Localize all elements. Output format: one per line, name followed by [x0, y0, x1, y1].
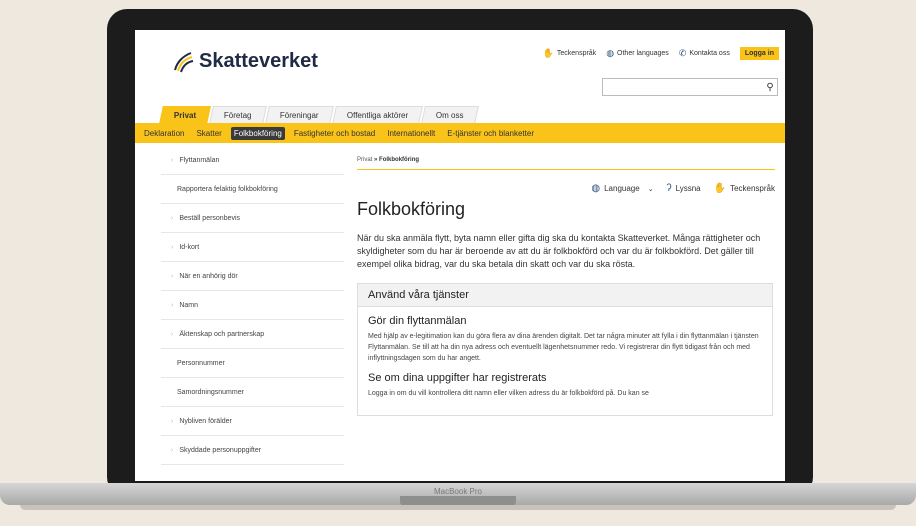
sidebar-item[interactable]: › Beställ personbevis: [161, 204, 344, 233]
service-heading-flyttanmalan[interactable]: Gör din flyttanmälan: [368, 315, 762, 327]
main-tabs: Privat Företag Föreningar Offentliga akt…: [159, 106, 479, 124]
tab-foreningar[interactable]: Föreningar: [264, 106, 334, 124]
sidebar-item[interactable]: › Äktenskap och partnerskap: [161, 320, 344, 349]
browser-screen: Skatteverket ✋ Teckenspråk ◍ Other languag…: [135, 30, 785, 481]
subnav-fastigheter[interactable]: Fastigheter och bostad: [291, 127, 378, 140]
other-languages-link[interactable]: ◍ Other languages: [606, 48, 669, 59]
laptop-shadow: [20, 505, 896, 510]
subnav-internationellt[interactable]: Internationellt: [384, 127, 438, 140]
chevron-right-icon: ›: [171, 156, 174, 164]
breadcrumb-current: Folkbokföring: [379, 157, 420, 163]
sign-language-button[interactable]: ✋ Teckenspråk: [714, 183, 775, 194]
sidebar-item[interactable]: Personnummer: [161, 349, 344, 378]
chevron-right-icon: ›: [171, 272, 174, 280]
page-tools: ◍ Language ⌄ ʔ Lyssna ✋ Teckenspråk: [357, 183, 775, 194]
tab-offentliga-aktorer[interactable]: Offentliga aktörer: [331, 106, 423, 124]
sidebar-item[interactable]: Rapportera felaktig folkbokföring: [161, 175, 344, 204]
utility-links: ✋ Teckenspråk ◍ Other languages ✆ Kontakta …: [533, 47, 779, 60]
breadcrumb-root[interactable]: Privat: [357, 157, 372, 163]
chevron-down-icon: ⌄: [647, 185, 654, 193]
main-content: Privat » Folkbokföring ◍ Language ⌄ ʔ Lyssn…: [357, 146, 775, 416]
search-icon[interactable]: ⚲: [763, 80, 777, 94]
sidebar-item[interactable]: › Flyttanmälan: [161, 146, 344, 175]
chevron-right-icon: ›: [171, 243, 174, 251]
chevron-right-icon: ›: [171, 214, 174, 222]
tab-privat[interactable]: Privat: [159, 106, 212, 124]
language-dropdown[interactable]: ◍ Language ⌄: [591, 183, 653, 194]
subnav-deklaration[interactable]: Deklaration: [141, 127, 187, 140]
subnav-folkbokforing[interactable]: Folkbokföring: [230, 126, 285, 140]
service-heading-registrerats[interactable]: Se om dina uppgifter har registrerats: [368, 372, 762, 384]
sidebar-item[interactable]: › Id-kort: [161, 233, 344, 262]
sign-language-icon: ✋: [542, 48, 554, 58]
service-text-flyttanmalan: Med hjälp av e-legitimation kan du göra …: [368, 333, 759, 362]
breadcrumb-separator: »: [374, 157, 378, 163]
sidebar-item[interactable]: › Namn: [161, 291, 344, 320]
phone-icon: ✆: [678, 48, 687, 58]
chevron-right-icon: ›: [171, 301, 174, 309]
search-input[interactable]: ⚲: [602, 78, 778, 96]
sign-language-link[interactable]: ✋ Teckenspråk: [543, 48, 597, 59]
intro-text: När du ska anmäla flytt, byta namn eller…: [357, 233, 761, 269]
crown-logo-icon: [174, 52, 194, 73]
chevron-right-icon: ›: [171, 330, 174, 338]
subnav-e-tjanster[interactable]: E-tjänster och blanketter: [444, 127, 537, 140]
tab-om-oss[interactable]: Om oss: [420, 106, 479, 124]
contact-link[interactable]: ✆ Kontakta oss: [679, 48, 730, 59]
listen-button[interactable]: ʔ Lyssna: [667, 183, 701, 194]
ear-icon: ʔ: [666, 183, 672, 194]
tab-foretag[interactable]: Företag: [209, 106, 267, 124]
sidebar-item[interactable]: › Nybliven förälder: [161, 407, 344, 436]
sidebar: › Flyttanmälan Rapportera felaktig folkbo…: [161, 146, 344, 465]
services-box: Använd våra tjänster Gör din flyttanmäla…: [357, 283, 773, 416]
globe-icon: ◍: [606, 48, 615, 58]
sidebar-item[interactable]: › Skyddade personuppgifter: [161, 436, 344, 465]
sidebar-item[interactable]: Samordningsnummer: [161, 378, 344, 407]
page-title: Folkbokföring: [357, 199, 466, 219]
services-box-title: Använd våra tjänster: [358, 284, 772, 307]
logo-text: Skatteverket: [199, 49, 318, 72]
subnav-skatter[interactable]: Skatter: [193, 127, 224, 140]
chevron-right-icon: ›: [171, 417, 174, 425]
breadcrumb: Privat » Folkbokföring: [357, 146, 775, 170]
skatteverket-logo[interactable]: Skatteverket: [171, 48, 318, 74]
sign-language-icon: ✋: [713, 183, 727, 194]
sub-navigation: Deklaration Skatter Folkbokföring Fastig…: [135, 123, 785, 143]
chevron-right-icon: ›: [171, 446, 174, 454]
globe-icon: ◍: [591, 183, 601, 194]
sidebar-item[interactable]: › När en anhörig dör: [161, 262, 344, 291]
service-text-registrerats: Logga in om du vill kontrollera ditt nam…: [368, 390, 649, 397]
login-button[interactable]: Logga in: [739, 47, 779, 60]
device-label: MacBook Pro: [433, 487, 483, 496]
